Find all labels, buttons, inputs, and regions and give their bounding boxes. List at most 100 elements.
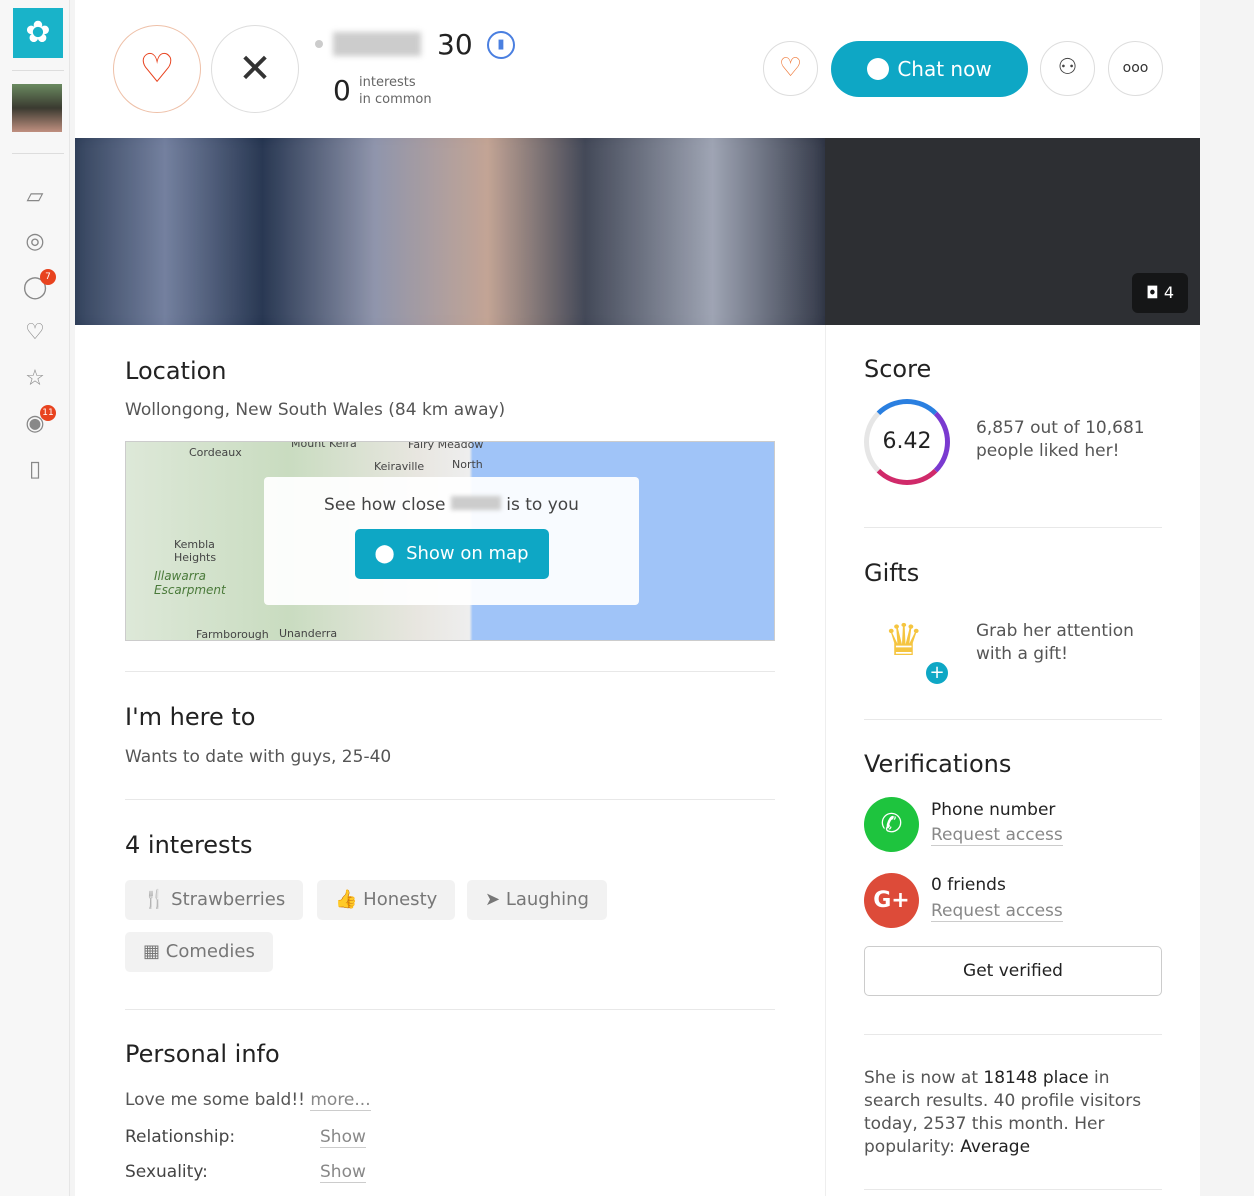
map-label: Cordeaux [189,446,242,459]
show-on-map-label: Show on map [406,543,529,564]
crown-gift-icon[interactable]: ♛ [884,615,923,666]
cards-icon[interactable]: ▱ [20,182,50,212]
photo-gallery[interactable] [75,138,825,325]
visitors-badge: 11 [40,405,56,421]
map-label: Mount Keira [291,441,357,450]
stats-text: She is now at [864,1068,984,1088]
divider [864,527,1162,528]
more-options-button[interactable]: ooo [1108,41,1163,96]
photo-count-badge[interactable]: ◘ 4 [1132,273,1188,313]
bio: Love me some bald!! more... [125,1090,371,1111]
eye-icon[interactable]: ◉ 11 [20,405,56,439]
divider [125,799,775,800]
map-label: Unanderra [279,627,338,640]
friends-verification-label: 0 friends [931,875,1006,895]
avatar[interactable] [12,84,62,132]
stats-place: 18148 place [983,1068,1089,1088]
interest-chip[interactable]: 🍴 Strawberries [125,880,304,920]
google-plus-icon: G+ [864,873,919,928]
friends-request-access-link[interactable]: Request access [931,901,1063,922]
divider [864,719,1162,720]
stats-popularity: Average [960,1137,1031,1157]
map-label: Illawarra Escarpment [154,569,226,597]
map-overlay: See how close is to you ⬤ Show on map [264,477,639,605]
online-status-dot [315,40,323,48]
gifts-text: Grab her attention with a gift! [976,620,1134,666]
interests-common-count: 0 [333,74,351,107]
label-line: in common [359,92,432,107]
map-label: Kembla Heights [174,538,217,564]
map: Cordeaux Mount Keira Fairy Meadow Keirav… [125,441,775,641]
divider [125,671,775,672]
map-prompt-text: See how close [324,495,446,515]
thumbs-up-icon: 👍 [335,889,358,910]
show-on-map-button[interactable]: ⬤ Show on map [354,529,549,579]
score-value: 6.42 [882,429,932,454]
location-text: Wollongong, New South Wales (84 km away) [125,400,506,420]
interests-title: 4 interests [125,831,253,859]
map-label: Fairy Meadow [408,441,484,451]
crush-button[interactable]: ♡ [763,41,818,96]
chat-bubble-icon [867,58,890,80]
interest-label: Laughing [505,889,589,910]
divider [12,153,64,154]
heart-icon: ♡ [139,46,175,92]
here-to-text: Wants to date with guys, 25-40 [125,747,392,767]
phone-icon[interactable]: ▯ [20,455,50,485]
interest-label: Strawberries [171,889,286,910]
map-label: Keiraville [374,460,425,473]
interest-chip[interactable]: ▦ Comedies [125,932,273,972]
sexuality-show-link[interactable]: Show [320,1162,366,1183]
interest-label: Comedies [165,941,255,962]
location-pin-icon: ⬤ [374,543,395,564]
cutlery-icon: 🍴 [143,889,166,910]
star-icon[interactable]: ☆ [20,364,50,394]
profile-button[interactable]: ⚇ [1040,41,1095,96]
gifts-line: with a gift! [976,644,1068,664]
personal-info-title: Personal info [125,1040,280,1068]
chat-now-label: Chat now [897,57,992,81]
more-icon: ooo [1122,60,1149,76]
dislike-button[interactable]: ✕ [211,25,299,113]
verifications-title: Verifications [864,750,1012,778]
divider [125,1009,775,1010]
relationship-show-link[interactable]: Show [320,1127,366,1148]
add-gift-icon[interactable]: + [924,660,950,686]
sidebar: ✿ ▱ ◎ ◯ 7 ♡ ☆ ◉ 11 ▯ [0,0,70,1196]
score-line: 6,857 out of 10,681 [976,418,1145,438]
bio-text: Love me some bald!! [125,1090,305,1110]
score-line: people liked her! [976,441,1120,461]
score-title: Score [864,355,932,383]
relationship-label: Relationship: [125,1127,236,1147]
phone-verification-label: Phone number [931,800,1056,820]
heart-waves-icon: ♡ [778,53,803,83]
profile-page: ♡ ✕ 30 ▮ 0 interests in common ♡ Chat now… [75,0,1200,1196]
photo-count: 4 [1163,283,1174,302]
globe-icon[interactable]: ◎ [20,227,50,257]
map-label: Farmborough [196,628,269,641]
sexuality-label: Sexuality: [125,1162,208,1182]
name-blurred [450,496,501,510]
interests-common-label: interests in common [359,74,432,108]
map-prompt: See how close is to you [264,495,639,515]
divider [864,1189,1162,1190]
messages-icon[interactable]: ◯ 7 [20,269,56,303]
chat-now-button[interactable]: Chat now [831,41,1028,97]
more-link[interactable]: more... [310,1090,371,1111]
divider [864,1034,1162,1035]
app-logo-icon[interactable]: ✿ [13,8,63,58]
map-prompt-text: is to you [506,495,579,515]
gifts-title: Gifts [864,559,920,587]
heart-icon[interactable]: ♡ [20,318,50,348]
gifts-line: Grab her attention [976,621,1134,641]
location-title: Location [125,357,227,385]
profile-age: 30 [437,28,473,61]
label-line: interests [359,75,416,90]
get-verified-button[interactable]: Get verified [864,946,1162,996]
like-button[interactable]: ♡ [113,25,201,113]
mobile-verified-icon: ▮ [487,31,515,59]
phone-request-access-link[interactable]: Request access [931,825,1063,846]
interest-chip[interactable]: ➤ Laughing [467,880,607,920]
interest-chip[interactable]: 👍 Honesty [317,880,456,920]
popularity-stats: She is now at 18148 place in search resu… [864,1067,1162,1159]
